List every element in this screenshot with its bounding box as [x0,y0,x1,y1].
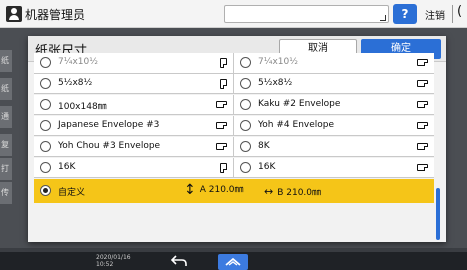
horizontal-arrow-icon: ↔ [264,185,274,198]
paper-option[interactable]: Yoh Chou #3 Envelope [34,137,234,157]
list-row: Yoh Chou #3 Envelope 8K [34,137,434,157]
paper-option[interactable]: 5½x8½ [34,74,234,94]
paper-option-label: 5½x8½ [58,78,93,88]
radio-button[interactable] [240,162,251,173]
paper-option-label: 5½x8½ [258,78,293,88]
radio-button[interactable] [40,99,51,110]
paper-option-label: 16K [258,162,276,172]
topbar-extra: ( [457,4,463,19]
vertical-arrow-icon: ↕ [184,182,196,198]
landscape-icon [417,79,428,87]
paper-option-label: Yoh Chou #3 Envelope [58,141,161,151]
list-row: 100x148㎜ Kaku #2 Envelope [34,95,434,115]
bg-tab: 复 [0,134,12,156]
portrait-icon [220,163,227,173]
list-row: 16K 16K [34,158,434,178]
bg-tab: 通 [0,106,12,128]
landscape-icon [417,163,428,171]
landscape-icon [417,58,428,66]
list-row: Japanese Envelope #3 Yoh #4 Envelope [34,116,434,136]
custom-size-a-value: A 210.0㎜ [199,185,244,195]
custom-size-a[interactable]: ↕ A 210.0㎜ [184,182,244,198]
paper-option-label: 100x148㎜ [58,102,107,112]
landscape-icon [417,100,428,108]
landscape-icon [417,142,428,150]
paper-option[interactable]: 7¼x10½ [234,53,434,73]
scrollbar[interactable] [436,188,440,240]
paper-option-label: 7¼x10½ [58,57,98,67]
top-status-bar: 机器管理员 ? 注销 ( [0,0,467,28]
time-text: 10:52 [96,261,114,268]
radio-button[interactable] [240,78,251,89]
home-icon [225,257,241,266]
paper-size-list: 7¼x10½ 7¼x10½ 5½x8½ 5½x8½ 100x148㎜ Kaku … [28,53,446,242]
resize-corner-icon [380,15,386,21]
paper-option[interactable]: 16K [234,158,434,178]
divider [452,5,453,23]
custom-size-b[interactable]: ↔ B 210.0㎜ [264,185,321,198]
radio-button[interactable] [40,162,51,173]
radio-button[interactable] [40,57,51,68]
radio-button[interactable] [240,99,251,110]
radio-button[interactable] [40,120,51,131]
logout-button[interactable]: 注销 [425,7,445,22]
paper-option[interactable]: 5½x8½ [234,74,434,94]
radio-button-selected[interactable] [40,185,51,196]
paper-option-label: Kaku #2 Envelope [258,99,341,109]
user-icon [6,6,22,22]
system-bar: 2020/01/16 10:52 [0,252,467,270]
paper-option-label: 8K [258,141,270,151]
bg-tab: 传 [0,182,12,204]
paper-option[interactable]: Yoh #4 Envelope [234,116,434,136]
landscape-icon [216,142,227,150]
landscape-icon [216,121,227,129]
paper-option[interactable]: 8K [234,137,434,157]
paper-option-label: 16K [58,162,76,172]
paper-option[interactable]: 7¼x10½ [34,53,234,73]
list-row: 7¼x10½ 7¼x10½ [34,53,434,74]
bg-tab: 打 [0,158,12,180]
portrait-icon [220,58,227,68]
home-button[interactable] [218,254,248,270]
paper-option-label: 7¼x10½ [258,57,298,67]
landscape-icon [216,100,227,108]
radio-button[interactable] [240,120,251,131]
landscape-icon [417,121,428,129]
paper-option-label: Japanese Envelope #3 [58,120,160,130]
bg-tab: 纸 [0,78,12,100]
message-field[interactable] [224,5,389,23]
radio-button[interactable] [40,141,51,152]
back-icon[interactable] [170,254,188,268]
paper-option[interactable]: Kaku #2 Envelope [234,95,434,115]
list-row: 5½x8½ 5½x8½ [34,74,434,94]
radio-button[interactable] [40,78,51,89]
paper-option[interactable]: 100x148㎜ [34,95,234,115]
date-text: 2020/01/16 [96,254,131,261]
radio-button[interactable] [240,57,251,68]
custom-label: 自定义 [58,188,86,198]
help-button[interactable]: ? [393,4,417,24]
paper-option[interactable]: Japanese Envelope #3 [34,116,234,136]
custom-size-b-value: B 210.0㎜ [277,188,322,198]
user-title: 机器管理员 [25,8,86,22]
datetime: 2020/01/16 10:52 [96,254,131,268]
radio-button[interactable] [240,141,251,152]
paper-size-dialog: 纸张尺寸 取消 确定 7¼x10½ 7¼x10½ 5½x8½ 5½x8½ 100… [28,36,446,242]
portrait-icon [220,79,227,89]
screen: 机器管理员 ? 注销 ( 纸 纸 通 复 打 传 纸张尺寸 取消 确定 7¼x1… [0,0,467,270]
paper-option-label: Yoh #4 Envelope [258,120,335,130]
bg-tab: 纸 [0,50,12,72]
paper-option[interactable]: 16K [34,158,234,178]
custom-size-row[interactable]: 自定义 ↕ A 210.0㎜ ↔ B 210.0㎜ [34,179,434,203]
